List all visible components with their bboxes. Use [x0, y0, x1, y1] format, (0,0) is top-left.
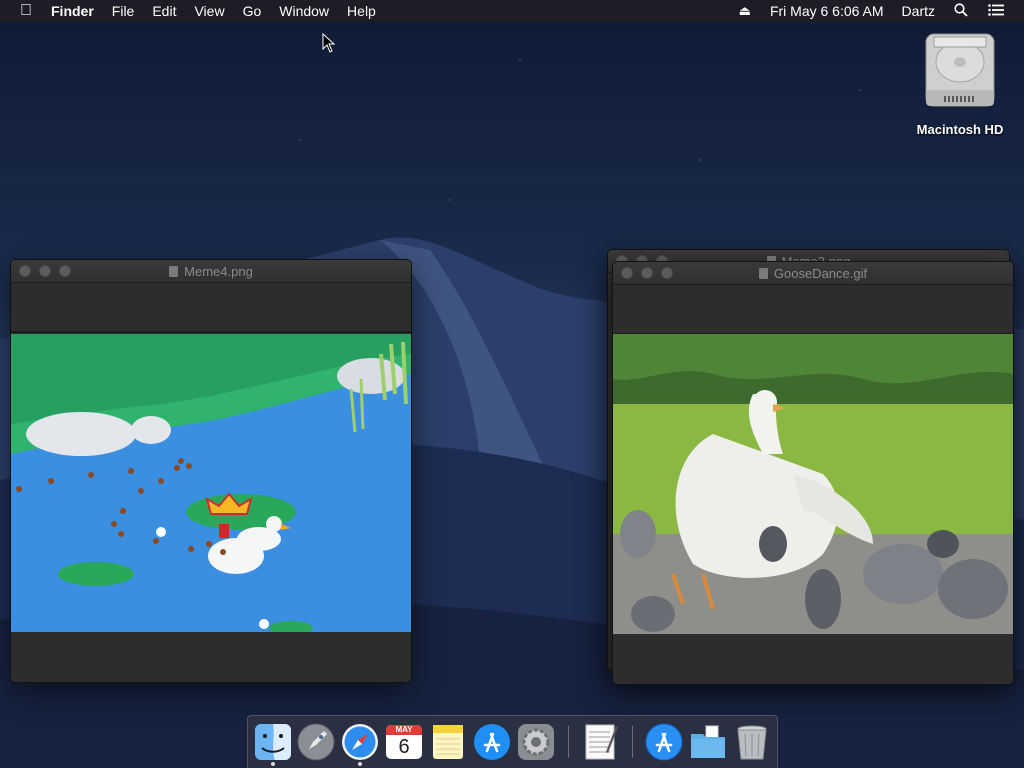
dock-launchpad[interactable]: [296, 722, 336, 762]
dock-app-store[interactable]: [472, 722, 512, 762]
dock-calendar[interactable]: MAY 6: [384, 722, 424, 762]
safari-compass-icon: [342, 724, 378, 760]
mouse-cursor-icon: [322, 33, 336, 53]
notes-icon: [433, 725, 463, 759]
dock-finder[interactable]: [253, 722, 293, 766]
running-indicator: [271, 762, 275, 766]
window-toolbar: [11, 283, 411, 333]
image-goose-pond: [11, 334, 411, 635]
dock-applications-folder[interactable]: [644, 722, 684, 762]
launchpad-rocket-icon: [297, 723, 335, 761]
menu-edit[interactable]: Edit: [143, 0, 185, 22]
applications-folder-icon: [645, 723, 683, 761]
window-titlebar[interactable]: Meme4.png: [11, 260, 411, 283]
apple-menu-icon[interactable]: : [0, 2, 42, 20]
macintosh-hd[interactable]: Macintosh HD: [908, 32, 1012, 137]
menu-app-name[interactable]: Finder: [42, 0, 103, 22]
menu-window[interactable]: Window: [270, 0, 338, 22]
calendar-icon: MAY 6: [386, 725, 422, 759]
dock-separator: [568, 726, 569, 758]
window-title: Meme4.png: [11, 264, 411, 279]
macintosh-hd-label: Macintosh HD: [916, 122, 1004, 137]
running-indicator: [358, 762, 362, 766]
dock-trash[interactable]: [732, 722, 772, 762]
dock-safari[interactable]: [340, 722, 380, 766]
spotlight-search-icon[interactable]: [944, 2, 978, 20]
dock-system-preferences[interactable]: [516, 722, 556, 762]
window-toolbar: [613, 285, 1013, 335]
calendar-day: 6: [398, 736, 410, 758]
document-icon: [169, 265, 179, 277]
hard-drive-icon: [924, 32, 996, 108]
window-titlebar[interactable]: GooseDance.gif: [613, 262, 1013, 285]
window-meme4[interactable]: Meme4.png: [10, 259, 412, 683]
folder-icon: [691, 725, 725, 758]
window-title: GooseDance.gif: [613, 266, 1013, 281]
textedit-icon: [585, 724, 618, 760]
document-icon: [758, 267, 768, 279]
image-goose-dance: [613, 334, 1013, 634]
dock-separator: [632, 726, 633, 758]
dock-notes[interactable]: [428, 722, 468, 762]
calendar-month: MAY: [386, 725, 422, 735]
eject-icon[interactable]: ⏏: [729, 3, 761, 19]
trash-icon: [737, 725, 767, 760]
dock-textedit[interactable]: [580, 722, 620, 762]
notification-center-icon[interactable]: [978, 3, 1014, 19]
menu-file[interactable]: File: [103, 0, 144, 22]
menu-bar:  Finder File Edit View Go Window Help ⏏…: [0, 0, 1024, 22]
dock-documents-folder[interactable]: [688, 722, 728, 762]
window-title-text: GooseDance.gif: [773, 265, 868, 281]
window-goosedance[interactable]: GooseDance.gif: [612, 261, 1014, 685]
menu-user[interactable]: Dartz: [893, 0, 944, 22]
window-title-text: Meme4.png: [184, 263, 253, 279]
system-preferences-gear-icon: [518, 724, 554, 760]
menu-clock[interactable]: Fri May 6 6:06 AM: [761, 0, 893, 22]
menu-go[interactable]: Go: [234, 0, 271, 22]
finder-icon: [255, 724, 291, 760]
menu-view[interactable]: View: [185, 0, 233, 22]
app-store-icon: [474, 724, 510, 760]
dock: MAY 6: [247, 715, 778, 768]
menu-help[interactable]: Help: [338, 0, 385, 22]
